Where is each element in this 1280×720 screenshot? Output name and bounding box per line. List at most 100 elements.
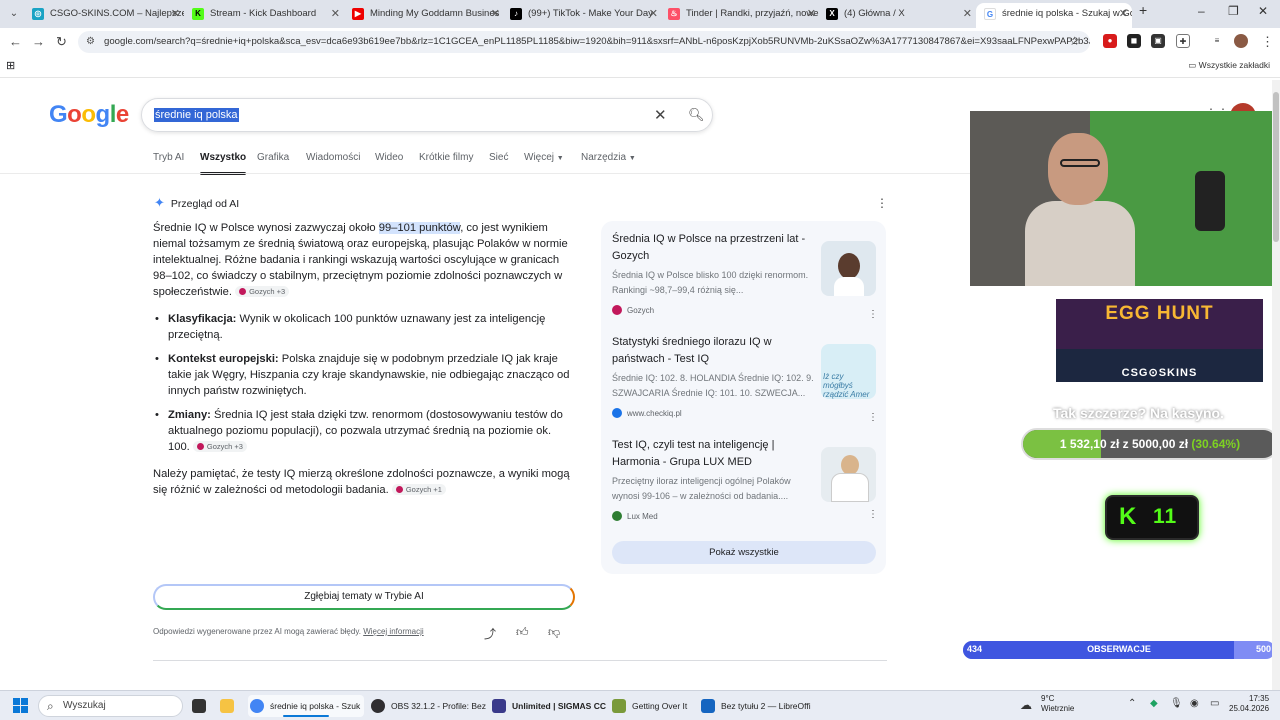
extension-gray-icon[interactable]: ▣ xyxy=(1151,34,1165,48)
media-controls-icon[interactable]: ≡ xyxy=(1210,34,1224,48)
bookmarks-bar: ⊞ ▭ Wszystkie zakładki xyxy=(0,56,1280,78)
task-view-icon[interactable] xyxy=(190,695,212,717)
libreoffice-icon xyxy=(701,699,715,713)
close-tab-icon[interactable]: ✕ xyxy=(171,3,180,25)
windows-start-icon[interactable] xyxy=(13,698,29,714)
microphone-icon[interactable]: 🎙︎ xyxy=(1170,698,1183,709)
close-tab-icon[interactable]: ✕ xyxy=(807,3,816,25)
profile-avatar-icon[interactable] xyxy=(1234,34,1248,48)
site-info-icon[interactable]: ⚙ xyxy=(86,36,95,47)
file-explorer-icon[interactable] xyxy=(218,695,240,717)
tab-news[interactable]: Wiadomości xyxy=(306,152,360,163)
extensions-puzzle-icon[interactable]: ✚ xyxy=(1176,34,1190,48)
tab-youtube[interactable]: ▶ Minding My Goddamn Busines ✕ xyxy=(344,3,504,25)
address-bar[interactable]: google.com/search?q=średnie+iq+polska&sc… xyxy=(78,31,1090,53)
search-icon[interactable]: 🔍︎ xyxy=(688,107,705,123)
tab-x[interactable]: X (4) Główna / X ✕ xyxy=(818,3,976,25)
tab-tiktok[interactable]: ♪ (99+) TikTok - Make Your Day ✕ xyxy=(502,3,662,25)
google-icon: G xyxy=(984,8,996,20)
source-menu-icon[interactable]: ⋮ xyxy=(868,309,878,320)
google-logo[interactable]: Google xyxy=(49,101,129,129)
apps-grid-icon[interactable]: ⊞ xyxy=(6,59,15,72)
tab-tools[interactable]: Narzędzia ▼ xyxy=(581,152,636,163)
discord-icon[interactable]: ◉ xyxy=(1190,698,1199,709)
share-icon[interactable]: ⤴ xyxy=(484,625,496,642)
tab-web[interactable]: Sieć xyxy=(489,152,508,163)
tab-more[interactable]: Więcej ▼ xyxy=(524,152,564,163)
close-tab-icon[interactable]: ✕ xyxy=(491,3,500,25)
close-tab-icon[interactable]: ✕ xyxy=(1119,3,1128,25)
close-tab-icon[interactable]: ✕ xyxy=(963,3,972,25)
citation-chip[interactable]: Gozych +1 xyxy=(391,484,446,495)
promo-banner: EGG HUNT CSG⊙SKINS xyxy=(1056,299,1263,382)
more-info-link[interactable]: Więcej informacji xyxy=(363,627,423,636)
app-icon xyxy=(492,699,506,713)
source-thumbnail xyxy=(821,241,876,296)
taskbar-app-libreoffice[interactable]: Bez tytułu 2 — LibreOffi xyxy=(699,695,811,717)
extension-dark-icon[interactable]: ◼ xyxy=(1127,34,1141,48)
network-icon[interactable]: ▭ xyxy=(1210,698,1219,709)
window-close-icon[interactable]: ✕ xyxy=(1258,4,1268,18)
weather-icon[interactable]: ☁ xyxy=(1020,698,1032,712)
taskbar-app-unlimited[interactable]: Unlimited | SIGMAS CC xyxy=(490,695,606,717)
ai-overview-menu-icon[interactable]: ⋮ xyxy=(876,196,888,210)
thumbs-up-icon[interactable]: 👍︎ xyxy=(516,625,529,640)
all-bookmarks[interactable]: ▭ Wszystkie zakładki xyxy=(1188,60,1270,71)
tab-all[interactable]: Wszystko xyxy=(200,152,247,175)
tab-kick-dashboard[interactable]: K Stream - Kick Dashboard ✕ xyxy=(184,3,344,25)
promo-brand: CSG⊙SKINS xyxy=(1121,367,1198,379)
source-card[interactable]: Statystyki średniego ilorazu IQ w państw… xyxy=(612,334,878,423)
bookmark-star-icon[interactable]: ☆ xyxy=(1069,34,1080,48)
reload-icon[interactable]: ↻ xyxy=(56,34,67,50)
tab-csgo-skins[interactable]: ◎ CSGO-SKINS.COM – Najlepsze ✕ xyxy=(24,3,184,25)
tab-videos[interactable]: Wideo xyxy=(375,152,403,163)
checkiq-site-icon xyxy=(612,408,622,418)
gemini-sparkle-icon: ✦ xyxy=(154,195,165,210)
citation-chip[interactable]: Gozych +3 xyxy=(192,441,247,452)
maximize-icon[interactable]: ❐ xyxy=(1228,4,1239,18)
source-card[interactable]: Średnia IQ w Polsce na przestrzeni lat -… xyxy=(612,231,878,320)
show-all-sources-button[interactable]: Pokaż wszystkie xyxy=(612,541,876,564)
tab-google-search[interactable]: G średnie iq polska - Szukaj w Go ✕ xyxy=(976,3,1132,28)
search-box[interactable]: średnie iq polska ✕ 🔍︎ xyxy=(141,98,713,132)
minimize-icon[interactable]: – xyxy=(1198,4,1205,18)
taskbar-clock[interactable]: 17:35 25.04.2026 xyxy=(1229,694,1269,714)
microphone xyxy=(1195,171,1225,231)
obs-icon xyxy=(371,699,385,713)
tab-search-dropdown-icon[interactable]: ⌄ xyxy=(6,6,22,22)
taskbar-search-input[interactable]: Wyszukaj xyxy=(38,695,183,717)
ai-intro-paragraph: Średnie IQ w Polsce wynosi zazwyczaj oko… xyxy=(153,222,568,298)
tab-tinder[interactable]: ♨ Tinder | Randki, przyjaźń, nowe ✕ xyxy=(660,3,820,25)
clear-search-icon[interactable]: ✕ xyxy=(654,106,667,124)
taskbar-app-chrome[interactable]: średnie iq polska - Szuk xyxy=(248,695,364,717)
tab-short-videos[interactable]: Krótkie filmy xyxy=(419,152,473,163)
tiktok-icon: ♪ xyxy=(510,8,522,20)
deep-dive-ai-mode-button[interactable]: Zgłębiaj tematy w Trybie AI xyxy=(153,584,575,610)
back-icon[interactable]: ← xyxy=(9,34,22,49)
header-divider xyxy=(0,173,970,174)
scrollbar-thumb[interactable] xyxy=(1273,92,1279,242)
source-menu-icon[interactable]: ⋮ xyxy=(868,509,878,520)
taskbar-app-getting-over-it[interactable]: Getting Over It xyxy=(610,695,694,717)
source-menu-icon[interactable]: ⋮ xyxy=(868,412,878,423)
taskbar-app-obs[interactable]: OBS 32.1.2 - Profile: Bez xyxy=(369,695,486,717)
source-thumbnail: Iż czy mógłbyś rządzić Amer xyxy=(821,344,876,399)
browser-menu-icon[interactable]: ⋮ xyxy=(1261,34,1274,50)
forward-icon[interactable]: → xyxy=(32,34,45,49)
search-input[interactable]: średnie iq polska xyxy=(154,108,239,122)
extension-red-icon[interactable]: ● xyxy=(1103,34,1117,48)
source-card[interactable]: Test IQ, czyli test na inteligencję | Ha… xyxy=(612,437,878,521)
close-tab-icon[interactable]: ✕ xyxy=(331,3,340,25)
tab-images[interactable]: Grafika xyxy=(257,152,289,163)
tray-expand-icon[interactable]: ⌃ xyxy=(1128,698,1136,709)
page-scrollbar[interactable] xyxy=(1272,80,1280,690)
citation-chip[interactable]: Gozych +3 xyxy=(235,286,290,297)
new-tab-icon[interactable]: + xyxy=(1139,2,1147,18)
close-tab-icon[interactable]: ✕ xyxy=(649,3,658,25)
chevron-down-icon: ▼ xyxy=(628,155,636,162)
thumbs-down-icon[interactable]: 👎︎ xyxy=(548,625,560,640)
tab-ai-mode[interactable]: Tryb AI xyxy=(153,152,184,163)
gozych-site-icon xyxy=(612,305,622,315)
weather-widget[interactable]: 9°C Wietrznie xyxy=(1041,694,1074,714)
shield-icon[interactable]: ◆ xyxy=(1150,698,1158,709)
